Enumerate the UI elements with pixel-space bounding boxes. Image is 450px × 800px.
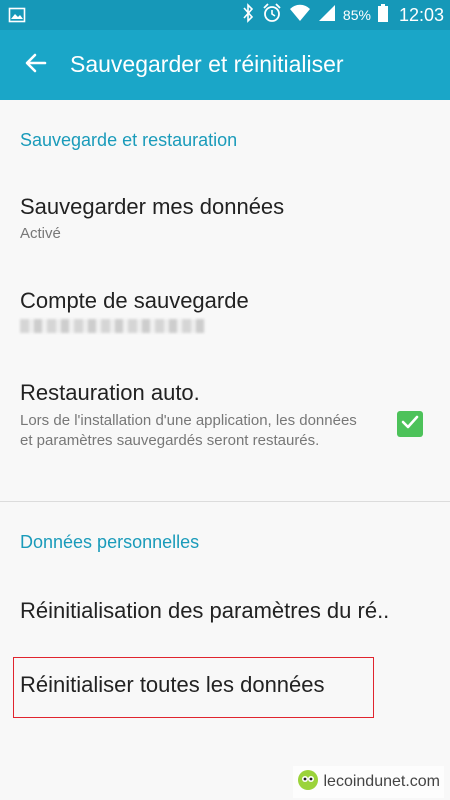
image-notification-icon <box>8 6 26 29</box>
back-button[interactable] <box>16 47 56 83</box>
wifi-icon <box>289 3 311 28</box>
highlight-annotation <box>13 657 374 718</box>
watermark: lecoindunet.com <box>293 766 444 798</box>
auto-restore-checkbox[interactable] <box>397 411 423 437</box>
page-title: Sauvegarder et réinitialiser <box>70 51 344 77</box>
checkmark-icon <box>400 412 420 437</box>
alarm-icon <box>261 2 283 29</box>
section-header-personal: Données personnelles <box>20 532 200 552</box>
arrow-left-icon <box>24 51 48 80</box>
bluetooth-icon <box>241 2 255 28</box>
signal-icon <box>317 3 337 28</box>
section-divider <box>0 501 450 502</box>
blurred-account-email <box>20 319 205 333</box>
backup-data-title: Sauvegarder mes données <box>20 194 285 219</box>
battery-icon <box>377 3 389 28</box>
backup-data-status: Activé <box>20 225 61 242</box>
app-bar: Sauvegarder et réinitialiser <box>0 30 450 100</box>
section-header-backup: Sauvegarde et restauration <box>20 130 238 150</box>
backup-account-title: Compte de sauvegarde <box>20 288 249 313</box>
status-bar: 85% 12:03 <box>0 0 450 30</box>
watermark-text: lecoindunet.com <box>323 773 440 790</box>
clock: 12:03 <box>398 4 444 25</box>
auto-restore-title: Restauration auto. <box>20 380 200 405</box>
auto-restore-description: Lors de l'installation d'une application… <box>20 412 357 449</box>
battery-percent: 85% <box>342 7 371 23</box>
watermark-logo-icon <box>297 769 319 796</box>
reset-settings-title: Réinitialisation des paramètres du ré.. <box>20 598 390 623</box>
